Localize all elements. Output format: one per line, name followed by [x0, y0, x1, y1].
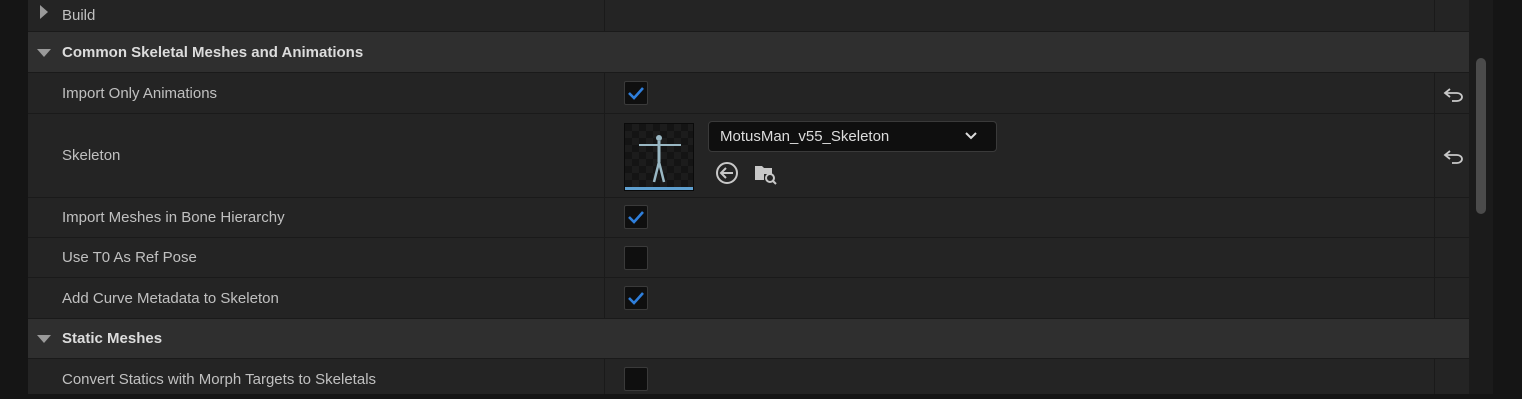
- row-convert-statics-morph: Convert Statics with Morph Targets to Sk…: [28, 359, 1469, 394]
- column-divider: [1434, 238, 1435, 277]
- column-divider[interactable]: [604, 0, 605, 31]
- skeleton-figure-icon: [639, 135, 681, 183]
- row-build[interactable]: Build: [28, 0, 1469, 32]
- column-divider[interactable]: [604, 73, 605, 113]
- column-divider: [1434, 73, 1435, 113]
- collapse-arrow-icon[interactable]: [37, 335, 51, 343]
- row-label: Skeleton: [62, 147, 121, 164]
- add-curve-metadata-checkbox[interactable]: [624, 286, 648, 310]
- row-label: Build: [62, 7, 96, 24]
- column-divider: [1434, 114, 1435, 197]
- skeleton-asset-dropdown[interactable]: MotusMan_v55_Skeleton: [708, 121, 997, 152]
- import-only-animations-checkbox[interactable]: [624, 81, 648, 105]
- chevron-down-icon: [965, 132, 977, 140]
- expand-arrow-icon[interactable]: [40, 5, 48, 19]
- row-skeleton: Skeleton MotusMan_v55_Skeleton: [28, 114, 1469, 198]
- browse-to-asset-icon[interactable]: [752, 160, 778, 186]
- details-panel: Build Common Skeletal Meshes and Animati…: [28, 0, 1469, 394]
- use-selected-asset-icon[interactable]: [714, 160, 740, 186]
- category-label: Common Skeletal Meshes and Animations: [62, 43, 364, 61]
- import-meshes-bone-hierarchy-checkbox[interactable]: [624, 205, 648, 229]
- row-label: Add Curve Metadata to Skeleton: [62, 289, 279, 307]
- skeleton-asset-value: MotusMan_v55_Skeleton: [720, 128, 890, 145]
- row-label: Convert Statics with Morph Targets to Sk…: [62, 370, 377, 388]
- column-divider[interactable]: [604, 114, 605, 197]
- use-t0-ref-pose-checkbox[interactable]: [624, 246, 648, 270]
- column-divider[interactable]: [604, 198, 605, 237]
- column-divider[interactable]: [604, 278, 605, 318]
- asset-type-bar: [625, 187, 693, 190]
- column-divider: [1434, 198, 1435, 237]
- collapse-arrow-icon[interactable]: [37, 49, 51, 57]
- column-divider[interactable]: [604, 359, 605, 394]
- checkmark-icon: [628, 87, 644, 100]
- column-divider: [1434, 0, 1435, 31]
- category-static-meshes[interactable]: Static Meshes: [28, 319, 1469, 359]
- skeleton-thumbnail[interactable]: [624, 123, 694, 191]
- convert-statics-morph-checkbox[interactable]: [624, 367, 648, 391]
- scrollbar-thumb[interactable]: [1476, 58, 1486, 214]
- reset-to-default-icon[interactable]: [1443, 86, 1465, 102]
- category-label: Static Meshes: [62, 330, 163, 347]
- row-label: Use T0 As Ref Pose: [62, 249, 197, 266]
- reset-to-default-icon[interactable]: [1443, 148, 1465, 164]
- column-divider[interactable]: [604, 238, 605, 277]
- column-divider: [1434, 278, 1435, 318]
- checkmark-icon: [628, 211, 644, 224]
- checkmark-icon: [628, 292, 644, 305]
- row-add-curve-metadata: Add Curve Metadata to Skeleton: [28, 278, 1469, 319]
- row-use-t0-ref-pose: Use T0 As Ref Pose: [28, 238, 1469, 278]
- row-label: Import Only Animations: [62, 84, 218, 102]
- column-divider: [1434, 359, 1435, 394]
- row-label: Import Meshes in Bone Hierarchy: [62, 209, 285, 226]
- row-import-only-animations: Import Only Animations: [28, 73, 1469, 114]
- category-common-skeletal[interactable]: Common Skeletal Meshes and Animations: [28, 32, 1469, 73]
- row-import-meshes-bone-hierarchy: Import Meshes in Bone Hierarchy: [28, 198, 1469, 238]
